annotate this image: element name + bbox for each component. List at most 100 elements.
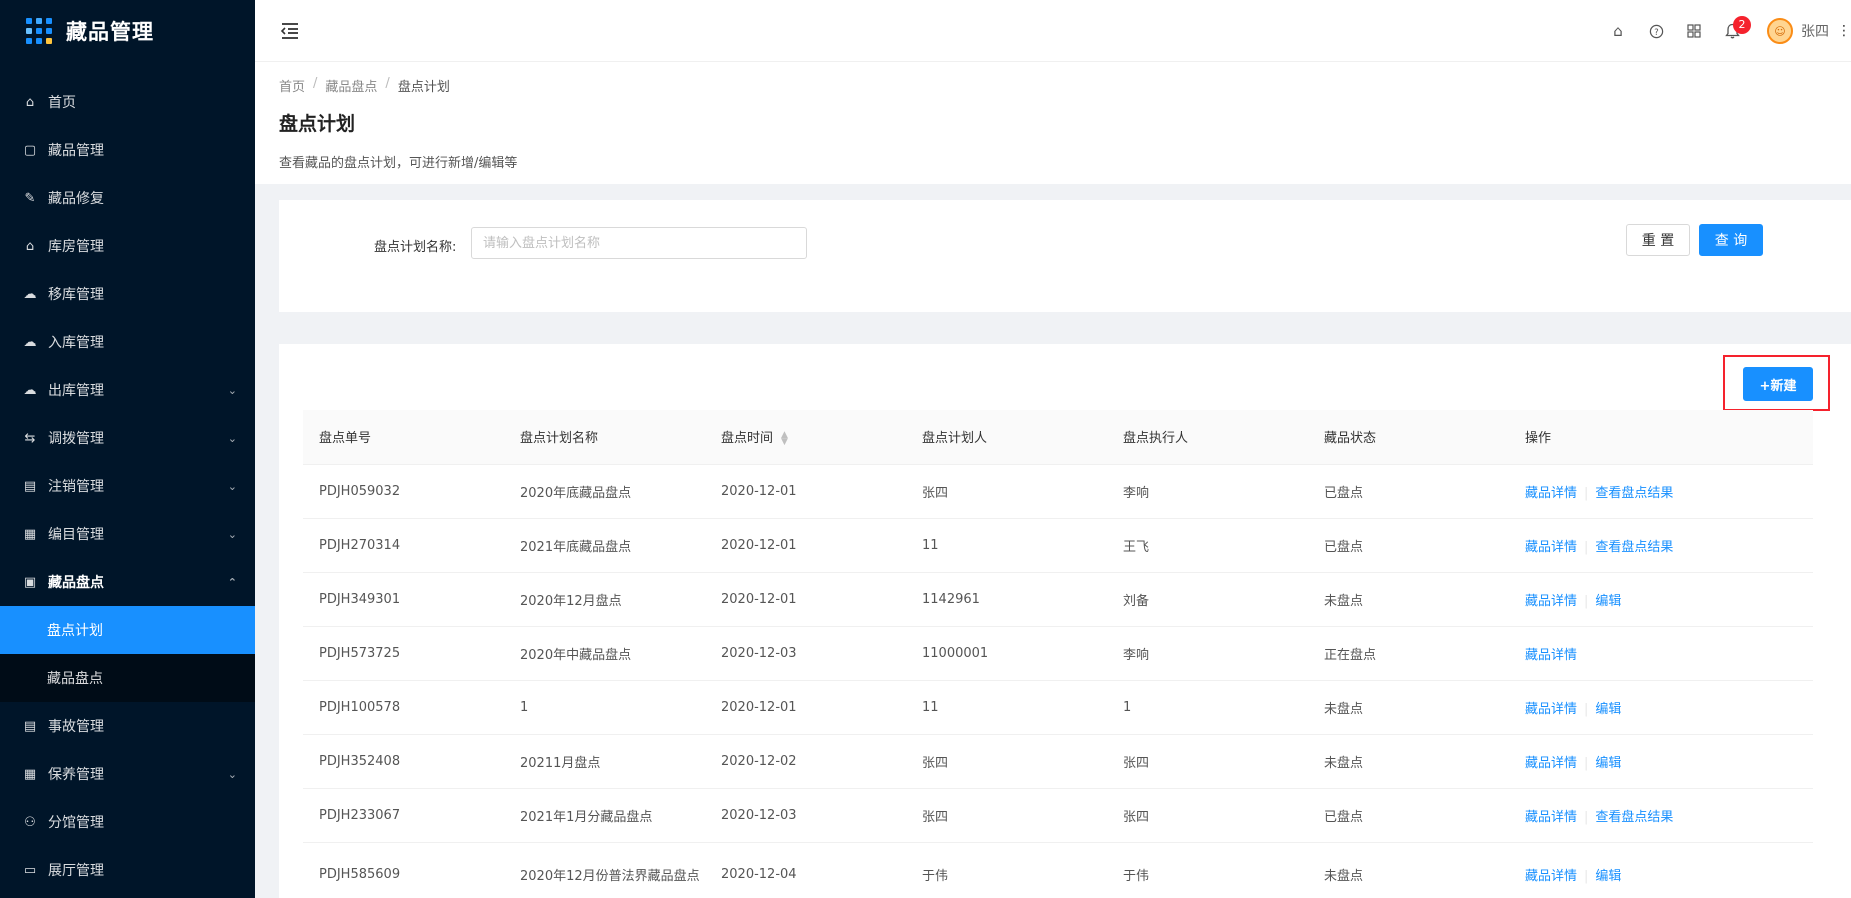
view-result-link[interactable]: 查看盘点结果 <box>1595 486 1673 501</box>
chevron-up-icon: ⌃ <box>227 575 237 589</box>
query-button[interactable]: 查 询 <box>1699 224 1763 256</box>
sidebar-item-repair[interactable]: ✎ 藏品修复 <box>0 174 255 222</box>
breadcrumb-home[interactable]: 首页 <box>279 76 305 95</box>
wrench-icon: ✎ <box>24 190 36 206</box>
sort-icon[interactable]: ▲ ▼ <box>781 430 788 446</box>
table-cell: PDJH573725 <box>303 626 504 681</box>
sidebar-item-warehouse[interactable]: ⌂ 库房管理 <box>0 222 255 270</box>
sidebar-item-branch[interactable]: ⚇ 分馆管理 <box>0 798 255 846</box>
sidebar-item-hall[interactable]: ▭ 展厅管理 <box>0 846 255 894</box>
table-cell: 1 <box>1107 680 1308 735</box>
detail-link[interactable]: 藏品详情 <box>1525 594 1577 609</box>
table-cell: 2020-12-03 <box>705 788 906 843</box>
home-icon[interactable]: ⌂ <box>1599 12 1637 50</box>
page-description: 查看藏品的盘点计划，可进行新增/编辑等 <box>279 156 518 171</box>
menu-fold-icon[interactable] <box>279 20 301 42</box>
more-vertical-icon[interactable]: ⋮ <box>1837 23 1851 39</box>
column-header-sortable[interactable]: 盘点时间 ▲ ▼ <box>705 410 906 465</box>
table-cell: 2020年底藏品盘点 <box>504 464 705 519</box>
sidebar-item-inventory[interactable]: ▣ 藏品盘点 ⌃ <box>0 558 255 606</box>
detail-link[interactable]: 藏品详情 <box>1525 540 1577 555</box>
sidebar-item-move[interactable]: ☁ 移库管理 <box>0 270 255 318</box>
sidebar-item-maintenance[interactable]: ▦ 保养管理 ⌄ <box>0 750 255 798</box>
table-row: PDJH352408 20211月盘点 2020-12-02 张四 张四 未盘点 藏品详情 |… <box>303 734 1813 789</box>
view-result-link[interactable]: 查看盘点结果 <box>1595 540 1673 555</box>
chevron-down-icon: ⌄ <box>227 767 237 781</box>
plan-name-search-input[interactable] <box>471 227 807 259</box>
reset-button[interactable]: 重 置 <box>1626 224 1690 256</box>
table-cell: PDJH585609 <box>303 842 504 898</box>
table-cell-actions: 藏品详情 | 编辑 <box>1509 572 1813 627</box>
sidebar-item-catalog[interactable]: ▦ 编目管理 ⌄ <box>0 510 255 558</box>
table-cell: 于伟 <box>1107 842 1308 898</box>
edit-link[interactable]: 编辑 <box>1595 594 1621 609</box>
inventory-icon: ▣ <box>23 574 37 590</box>
table-row: PDJH270314 2021年底藏品盘点 2020-12-01 11 王飞 已盘点 藏品详… <box>303 518 1813 573</box>
sidebar-item-label: 分馆管理 <box>48 815 104 831</box>
sidebar-item-transfer[interactable]: ⇆ 调拨管理 ⌄ <box>0 414 255 462</box>
table-cell: 2021年1月分藏品盘点 <box>504 788 705 843</box>
sidebar-item-cancel[interactable]: ▤ 注销管理 ⌄ <box>0 462 255 510</box>
apps-grid-icon[interactable] <box>1675 12 1713 50</box>
warehouse-icon: ⌂ <box>25 238 35 254</box>
table-cell: 2020-12-02 <box>705 734 906 789</box>
column-header: 藏品状态 <box>1308 410 1509 465</box>
edit-link[interactable]: 编辑 <box>1595 869 1621 884</box>
sidebar-item-inventory-plan[interactable]: 盘点计划 <box>0 606 255 654</box>
edit-link[interactable]: 编辑 <box>1595 756 1621 771</box>
sidebar-item-home[interactable]: ⌂ 首页 <box>0 78 255 126</box>
sidebar-item-accident[interactable]: ▤ 事故管理 <box>0 702 255 750</box>
action-separator: | <box>1584 868 1589 884</box>
username: 张四 <box>1801 24 1829 40</box>
logo[interactable]: 藏品管理 <box>0 0 255 62</box>
table-cell-actions: 藏品详情 | 查看盘点结果 <box>1509 788 1813 843</box>
action-separator: | <box>1584 755 1589 771</box>
detail-link[interactable]: 藏品详情 <box>1525 486 1577 501</box>
help-icon[interactable]: ? <box>1637 12 1675 50</box>
sidebar-item-label: 库房管理 <box>48 239 104 255</box>
inventory-submenu: 盘点计划 藏品盘点 <box>0 606 255 702</box>
column-header: 盘点计划名称 <box>504 410 705 465</box>
table-cell: 2020-12-01 <box>705 680 906 735</box>
chevron-down-icon: ⌄ <box>227 527 237 541</box>
user-menu[interactable]: ☺ 张四 ⋮ <box>1767 18 1851 44</box>
detail-link[interactable]: 藏品详情 <box>1525 810 1577 825</box>
sidebar-item-inventory-check[interactable]: 藏品盘点 <box>0 654 255 702</box>
table-cell-actions: 藏品详情 | 编辑 <box>1509 680 1813 735</box>
table-cell: 2020年12月份普法界藏品盘点 <box>504 842 705 898</box>
sidebar-item-label: 编目管理 <box>48 527 104 543</box>
table-cell: 于伟 <box>906 842 1107 898</box>
table-cell: 11 <box>906 518 1107 573</box>
table-cell: 1 <box>504 680 705 735</box>
edit-link[interactable]: 编辑 <box>1595 702 1621 717</box>
table-cell-actions: 藏品详情 | 查看盘点结果 <box>1509 518 1813 573</box>
sidebar-item-label: 展厅管理 <box>48 863 104 879</box>
sidebar-item-outbound[interactable]: ☁ 出库管理 ⌄ <box>0 366 255 414</box>
column-header: 盘点单号 <box>303 410 504 465</box>
sidebar-item-label: 首页 <box>48 95 76 111</box>
detail-link[interactable]: 藏品详情 <box>1525 702 1577 717</box>
breadcrumb-inventory[interactable]: 藏品盘点 <box>325 76 377 95</box>
table-cell: 20211月盘点 <box>504 734 705 789</box>
new-plan-button[interactable]: +新建 <box>1743 367 1813 401</box>
column-header-label: 盘点时间 <box>721 431 774 447</box>
detail-link[interactable]: 藏品详情 <box>1525 648 1577 663</box>
branch-icon: ⚇ <box>24 814 36 830</box>
catalog-icon: ▦ <box>23 526 37 542</box>
header-actions: ⌂ ? 2 ☺ 张四 ⋮ <box>1599 0 1851 62</box>
detail-link[interactable]: 藏品详情 <box>1525 869 1577 884</box>
top-header: ⌂ ? 2 ☺ 张四 ⋮ <box>255 0 1851 62</box>
sidebar-item-inbound[interactable]: ☁ 入库管理 <box>0 318 255 366</box>
view-result-link[interactable]: 查看盘点结果 <box>1595 810 1673 825</box>
table-cell: 2020年12月盘点 <box>504 572 705 627</box>
notification-badge: 2 <box>1733 16 1751 34</box>
sidebar-item-label: 事故管理 <box>48 719 104 735</box>
notification-bell-icon[interactable]: 2 <box>1713 12 1751 50</box>
detail-link[interactable]: 藏品详情 <box>1525 756 1577 771</box>
table-cell: PDJH349301 <box>303 572 504 627</box>
chevron-down-icon: ⌄ <box>227 431 237 445</box>
page-header: 首页 / 藏品盘点 / 盘点计划 盘点计划 查看藏品的盘点计划，可进行新增/编辑… <box>255 62 1851 184</box>
table-body: PDJH059032 2020年底藏品盘点 2020-12-01 张四 李响 已盘点 藏品详… <box>303 464 1813 898</box>
cloud-upload-icon: ☁ <box>23 334 37 350</box>
sidebar-item-collections[interactable]: ▢ 藏品管理 <box>0 126 255 174</box>
